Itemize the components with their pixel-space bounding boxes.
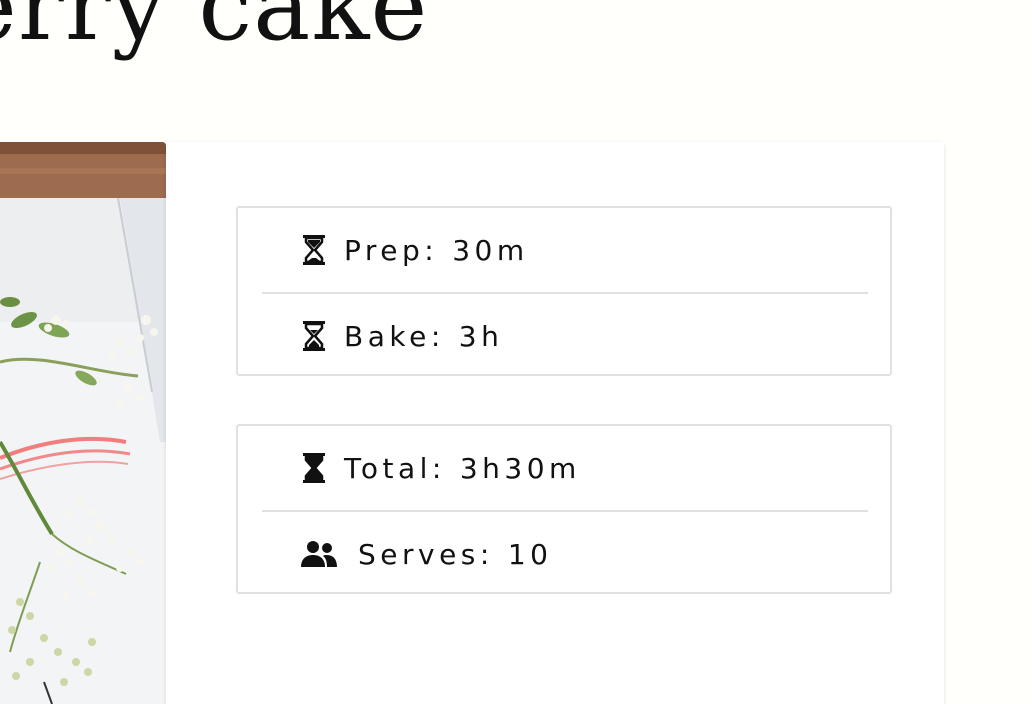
hourglass-half-icon: [302, 321, 326, 351]
total-value: 3h30m: [459, 451, 581, 485]
prep-separator: :: [424, 233, 439, 267]
hourglass-start-icon: [302, 235, 326, 265]
total-time-row: Total:3h30m: [262, 426, 868, 512]
time-stats-box: Prep:30m Bake:3h: [236, 206, 892, 376]
users-icon: [300, 539, 338, 569]
total-label: Total: [344, 451, 432, 485]
summary-stats-box: Total:3h30m Serves:10: [236, 424, 892, 594]
prep-time-row: Prep:30m: [262, 208, 868, 294]
hourglass-end-icon: [302, 453, 326, 483]
prep-value: 30m: [452, 233, 529, 267]
page-title: erry cake: [0, 0, 429, 62]
serves-value: 10: [507, 537, 553, 571]
bake-separator: :: [430, 319, 445, 353]
serves-separator: :: [479, 537, 494, 571]
bake-label: Bake: [344, 319, 431, 353]
cake-photo-illustration: [0, 142, 166, 704]
cake-photo: [0, 142, 166, 704]
serves-label: Serves: [358, 537, 480, 571]
total-separator: :: [431, 451, 446, 485]
serves-row: Serves:10: [262, 512, 868, 596]
prep-label: Prep: [344, 233, 425, 267]
bake-time-row: Bake:3h: [262, 294, 868, 378]
recipe-info-card: Prep:30m Bake:3h Total: 3h30m Serves: …: [166, 142, 944, 704]
bake-value: 3h: [458, 319, 504, 353]
